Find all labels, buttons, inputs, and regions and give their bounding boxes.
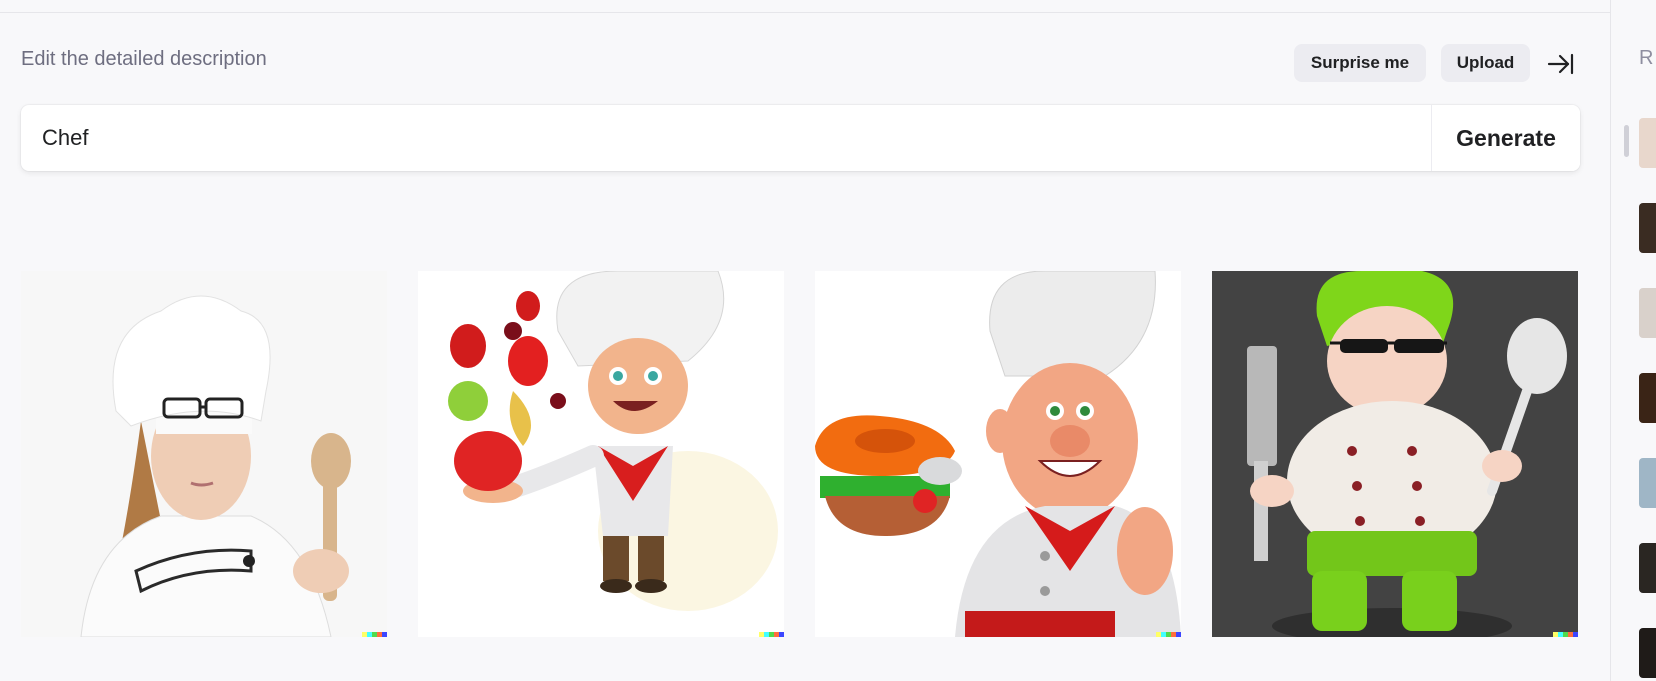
result-image-2[interactable]: [418, 271, 784, 637]
watermark-icon: [1156, 632, 1181, 637]
results-grid: [0, 271, 1610, 637]
watermark-icon: [1553, 632, 1578, 637]
watermark-icon: [759, 632, 784, 637]
history-thumbnail[interactable]: [1639, 203, 1656, 253]
history-panel: R: [1610, 0, 1656, 681]
cartoon-chef-fruits-image: [418, 271, 784, 637]
surprise-me-button[interactable]: Surprise me: [1294, 44, 1426, 82]
upload-button[interactable]: Upload: [1441, 44, 1530, 82]
prompt-input[interactable]: [21, 105, 1431, 171]
chef-woman-image: [21, 271, 387, 637]
collapse-right-icon[interactable]: [1545, 48, 1577, 80]
result-image-4[interactable]: [1212, 271, 1578, 637]
main-area: Edit the detailed description Surprise m…: [0, 12, 1610, 681]
history-thumbnail[interactable]: [1639, 288, 1656, 338]
cartoon-chef-burger-image: [815, 271, 1181, 637]
result-image-1[interactable]: [21, 271, 387, 637]
history-thumbnail[interactable]: [1639, 543, 1656, 593]
description-label: Edit the detailed description: [21, 48, 267, 70]
history-thumbnail[interactable]: [1639, 118, 1656, 168]
3d-chef-green-image: [1212, 271, 1578, 637]
history-panel-title: R: [1639, 47, 1654, 69]
watermark-icon: [362, 632, 387, 637]
history-thumbnail[interactable]: [1639, 458, 1656, 508]
prompt-box: Generate: [21, 105, 1580, 171]
generate-button[interactable]: Generate: [1431, 105, 1580, 171]
history-scrollbar[interactable]: [1624, 125, 1629, 157]
history-thumbnail[interactable]: [1639, 373, 1656, 423]
history-thumbnail[interactable]: [1639, 628, 1656, 678]
result-image-3[interactable]: [815, 271, 1181, 637]
